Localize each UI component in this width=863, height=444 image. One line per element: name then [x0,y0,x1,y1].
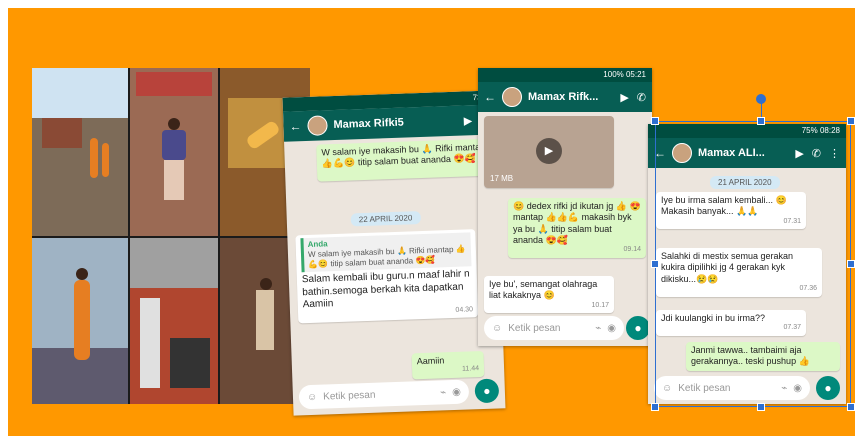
photo-tile-4 [32,238,128,404]
message-input[interactable]: ☺ Ketik pesan ⌁ ◉ [298,379,470,410]
message-bubble: Iye bu', semangat olahraga liat kakaknya… [484,276,614,314]
avatar [502,87,522,107]
chat-screenshot-1[interactable]: 73% ← Mamax Rifki5 ▶✆ W salam iye makasi… [282,90,506,416]
message-bubble: Aamiin 11.44 [411,350,485,380]
mic-icon[interactable]: ● [626,316,650,340]
chat-screenshot-2[interactable]: 100% 05:21 ← Mamax Rifk... ▶ ✆ ▶ 17 MB 😊 … [478,68,652,346]
resize-handle-nw[interactable] [651,117,659,125]
camera-icon[interactable]: ◉ [607,323,616,334]
play-icon[interactable]: ▶ [536,138,562,164]
chat-header: ← Mamax Rifk... ▶ ✆ [478,82,652,112]
resize-handle-sw[interactable] [651,403,659,411]
photo-tile-1 [32,68,128,236]
video-size: 17 MB [490,174,514,183]
mic-icon[interactable]: ● [474,378,500,404]
back-arrow-icon[interactable]: ← [289,119,301,133]
message-bubble: Anda W salam iye makasih bu 🙏 Rifki manta… [295,229,479,324]
photo-tile-2 [130,68,218,236]
contact-name: Mamax Rifki5 [333,116,404,132]
selection-box[interactable] [655,121,851,407]
phone-call-icon[interactable]: ✆ [637,91,646,104]
back-arrow-icon[interactable]: ← [484,90,496,104]
contact-name: Mamax Rifk... [528,91,599,103]
video-message[interactable]: ▶ 17 MB [484,116,614,188]
photo-collage[interactable] [32,68,310,404]
resize-handle-ne[interactable] [847,117,855,125]
photo-tile-5 [130,238,218,404]
message-bubble: 😊 dedex rifki jd ikutan jg 👍 😍 mantap 👍👍… [508,198,646,258]
message-input[interactable]: ☺ Ketik pesan ⌁ ◉ [484,316,624,340]
chat-header: ← Mamax Rifki5 ▶✆ [283,104,496,142]
avatar [307,115,328,136]
video-call-icon[interactable]: ▶ [620,91,628,104]
resize-handle-e[interactable] [847,260,855,268]
quoted-message: Anda W salam iye makasih bu 🙏 Rifki manta… [300,232,472,273]
resize-handle-n[interactable] [757,117,765,125]
message-bubble: W salam iye makasih bu 🙏 Rifki mantap 👍💪… [316,138,492,182]
resize-handle-s[interactable] [757,403,765,411]
rotate-handle[interactable] [756,94,766,104]
video-call-icon[interactable]: ▶ [464,114,473,127]
slide-canvas[interactable]: 73% ← Mamax Rifki5 ▶✆ W salam iye makasi… [8,8,855,436]
attach-icon[interactable]: ⌁ [595,323,601,334]
status-bar: 100% 05:21 [478,68,652,82]
camera-icon[interactable]: ◉ [452,386,461,397]
date-divider: 22 APRIL 2020 [350,211,421,227]
emoji-icon[interactable]: ☺ [492,323,502,334]
emoji-icon[interactable]: ☺ [307,391,318,402]
resize-handle-w[interactable] [651,260,659,268]
resize-handle-se[interactable] [847,403,855,411]
attach-icon[interactable]: ⌁ [440,387,446,398]
